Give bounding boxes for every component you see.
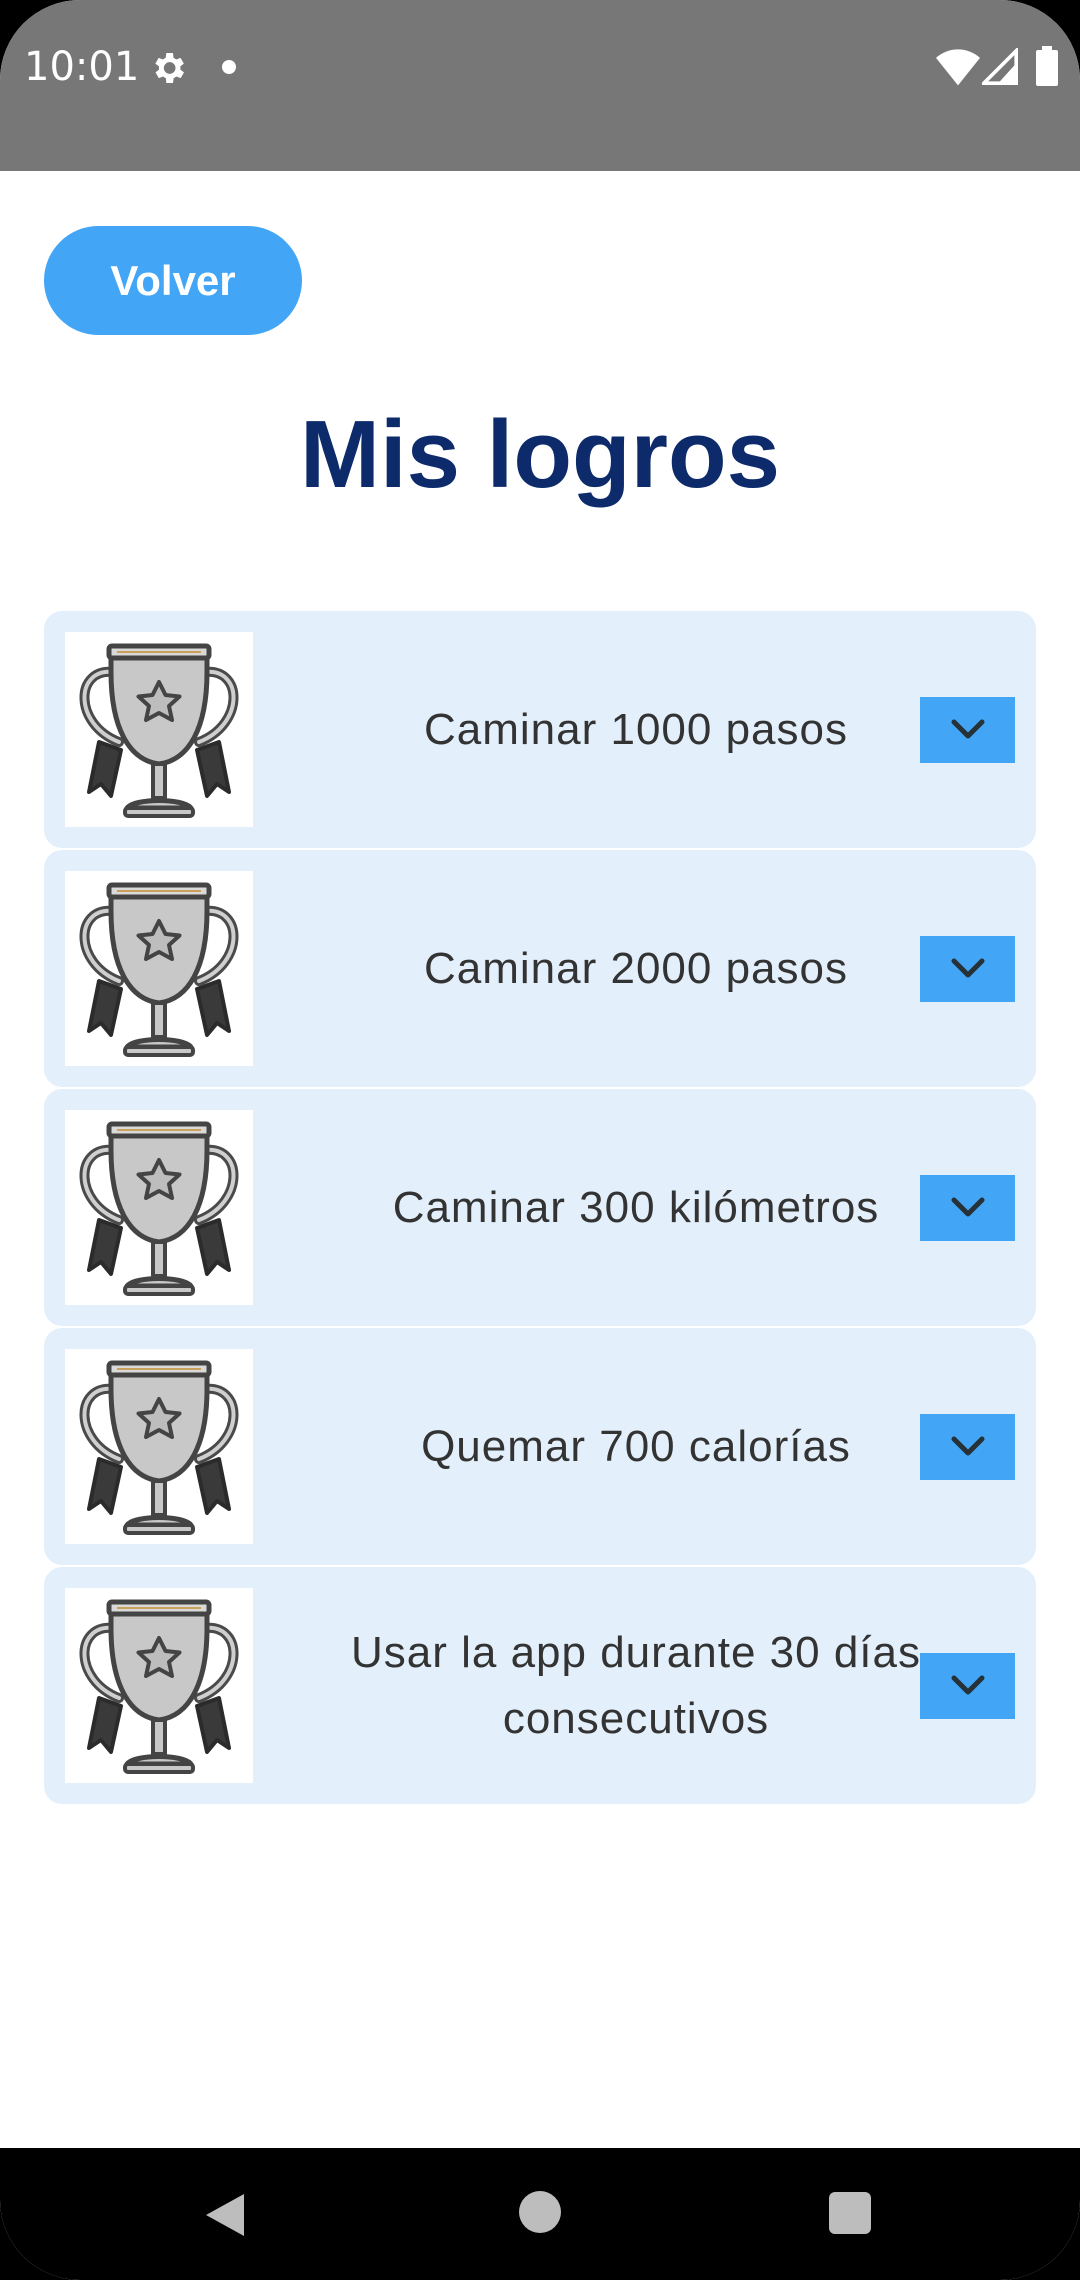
achievement-label: Caminar 300 kilómetros <box>392 1182 880 1232</box>
navigation-bar <box>0 2148 1080 2280</box>
signal-icon <box>982 48 1018 85</box>
back-button[interactable]: Volver <box>44 226 302 335</box>
achievement-card: Caminar 2000 pasos <box>44 850 1036 1087</box>
achievement-card: Caminar 1000 pasos <box>44 611 1036 848</box>
chevron-down-icon <box>951 1197 984 1217</box>
battery-icon <box>1036 46 1058 86</box>
expand-button[interactable] <box>920 1653 1015 1719</box>
trophy-icon <box>65 632 253 827</box>
expand-button[interactable] <box>920 697 1015 763</box>
achievement-card: Quemar 700 calorías <box>44 1328 1036 1565</box>
status-bar: 10:01 <box>0 0 1080 171</box>
nav-recents-icon[interactable] <box>829 2192 871 2234</box>
nav-back-icon[interactable] <box>202 2190 248 2240</box>
achievement-label: Caminar 1000 pasos <box>423 704 848 754</box>
nav-home-icon[interactable] <box>519 2191 561 2233</box>
wifi-icon <box>936 49 980 86</box>
chevron-down-icon <box>951 958 984 978</box>
chevron-down-icon <box>951 1675 984 1695</box>
settings-icon <box>155 53 184 83</box>
status-time: 10:01 <box>24 44 140 90</box>
achievement-label: Usar la app durante 30 días consecutivos <box>350 1627 922 1743</box>
notification-dot-icon <box>222 60 236 74</box>
expand-button[interactable] <box>920 1175 1015 1241</box>
achievement-card: Caminar 300 kilómetros <box>44 1089 1036 1326</box>
chevron-down-icon <box>951 719 984 739</box>
expand-button[interactable] <box>920 936 1015 1002</box>
expand-button[interactable] <box>920 1414 1015 1480</box>
achievement-label: Quemar 700 calorías <box>421 1421 851 1471</box>
achievement-card: Usar la app durante 30 días consecutivos <box>44 1567 1036 1804</box>
page-title: Mis logros <box>299 401 781 508</box>
achievements-list: Caminar 1000 pasos Caminar 2000 pasos Ca… <box>44 611 1036 1806</box>
trophy-icon <box>65 1588 253 1783</box>
trophy-icon <box>65 871 253 1066</box>
app-screen: 10:01 Volver Mis logros Caminar 1000 pas… <box>0 0 1080 2280</box>
trophy-icon <box>65 1349 253 1544</box>
trophy-icon <box>65 1110 253 1305</box>
chevron-down-icon <box>951 1436 984 1456</box>
achievement-label: Caminar 2000 pasos <box>423 943 848 993</box>
